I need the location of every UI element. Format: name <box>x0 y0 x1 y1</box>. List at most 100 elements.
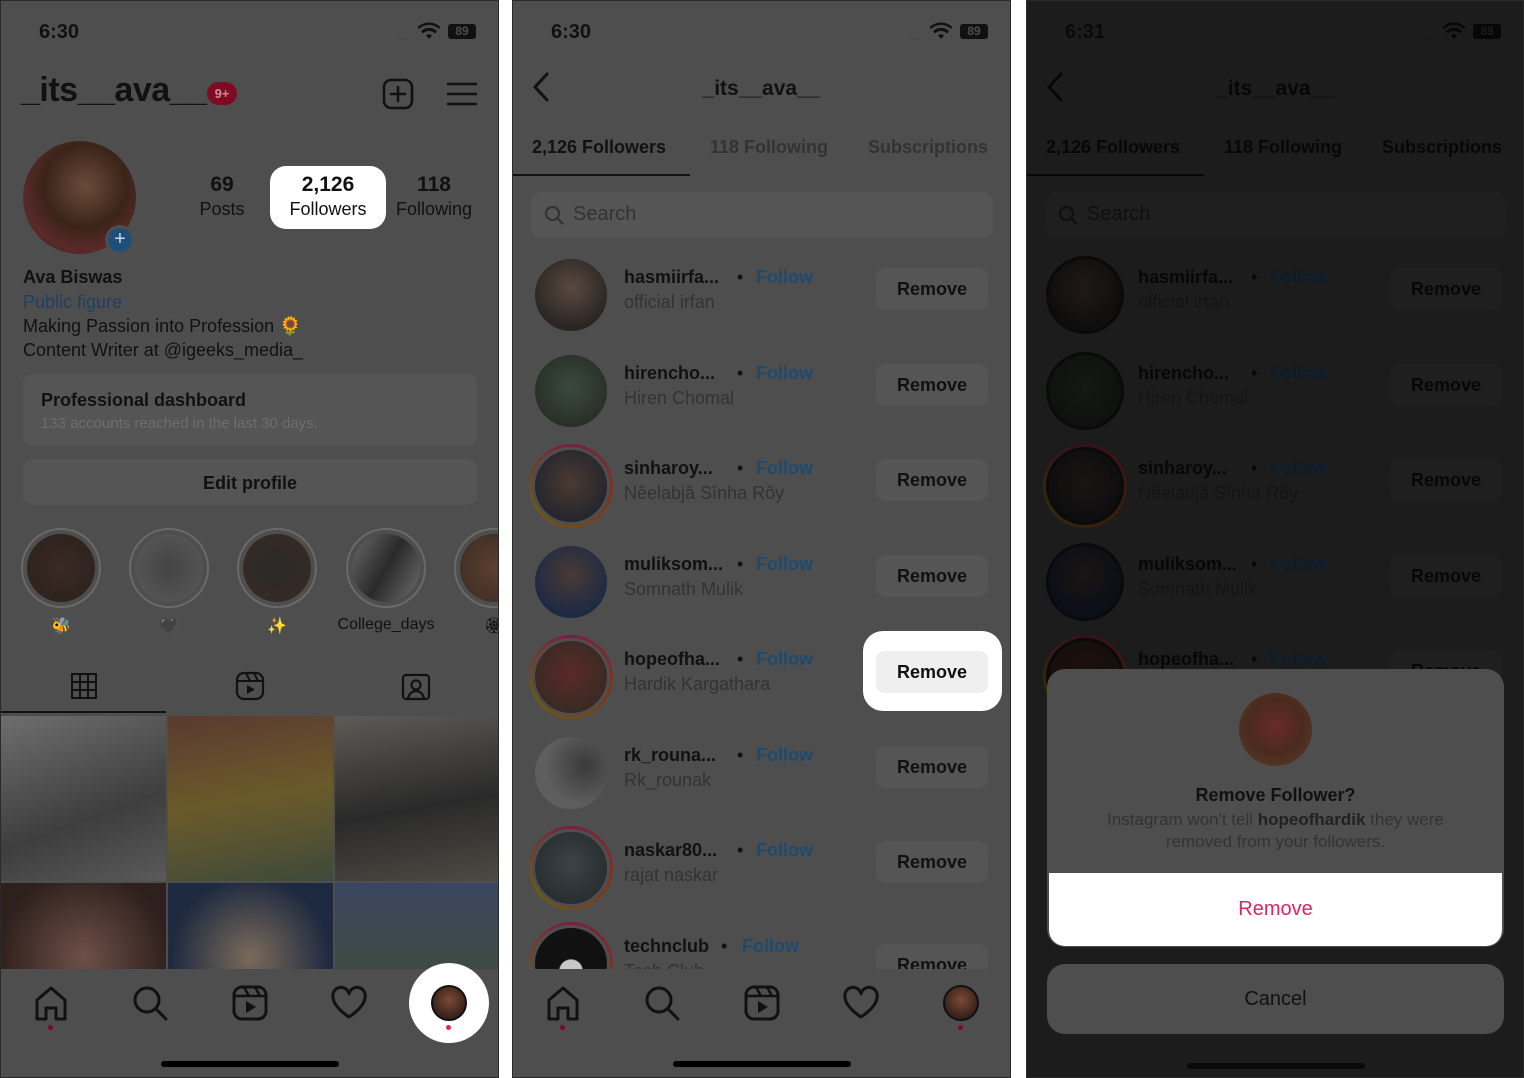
battery-indicator: 89 <box>1473 24 1501 39</box>
follower-username[interactable]: sinharoy... <box>624 458 713 479</box>
remove-button[interactable]: Remove <box>1390 268 1502 310</box>
confirm-remove-button[interactable]: Remove <box>1049 873 1502 946</box>
follower-username[interactable]: technclub <box>624 936 709 957</box>
follower-avatar[interactable] <box>1043 540 1127 624</box>
search-icon[interactable] <box>642 983 682 1023</box>
remove-button[interactable]: Remove <box>876 459 988 501</box>
create-post-icon[interactable] <box>382 78 414 110</box>
follow-button[interactable]: Follow <box>756 363 813 384</box>
follower-row[interactable]: hasmiirfa... • Follow official irfan Remove <box>513 253 1010 348</box>
follow-button[interactable]: Follow <box>742 936 799 957</box>
follower-row[interactable]: rk_rouna... • Follow Rk_rounak Remove <box>513 731 1010 826</box>
highlight-4[interactable] <box>346 528 426 608</box>
remove-button[interactable]: Remove <box>876 268 988 310</box>
follow-button[interactable]: Follow <box>756 458 813 479</box>
reels-nav-icon[interactable] <box>742 983 782 1023</box>
follower-username[interactable]: hirencho... <box>624 363 715 384</box>
remove-button[interactable]: Remove <box>1390 554 1502 597</box>
follow-button[interactable]: Follow <box>756 745 813 766</box>
follow-button[interactable]: Follow <box>1270 554 1327 575</box>
follower-row[interactable]: sinharoy... • Follow Nêelabjâ Sînha Rôy Remo… <box>513 444 1010 539</box>
follow-button[interactable]: Follow <box>1270 458 1327 479</box>
follower-username[interactable]: hopeofha... <box>624 649 720 670</box>
follow-button[interactable]: Follow <box>756 649 813 670</box>
follow-button[interactable]: Follow <box>1270 267 1327 288</box>
follower-avatar[interactable] <box>1043 444 1127 528</box>
tab-subscriptions[interactable]: Subscriptions <box>868 137 988 158</box>
follower-row[interactable]: muliksom... • Follow Somnath Mulik Remove <box>513 540 1010 635</box>
follower-row[interactable]: sinharoy... • Follow Nêelabjâ Sînha Rôy Remo… <box>1027 444 1523 539</box>
follower-row[interactable]: hirencho... • Follow Hiren Chomal Remove <box>1027 349 1523 444</box>
professional-dashboard-card[interactable]: Professional dashboard 133 accounts reac… <box>23 374 477 446</box>
follower-avatar[interactable] <box>529 731 613 815</box>
search-icon[interactable] <box>130 983 170 1023</box>
bio-line-2[interactable]: Content Writer at @igeeks_media_ <box>23 340 303 361</box>
follower-row[interactable]: muliksom... • Follow Somnath Mulik Remove <box>1027 540 1523 635</box>
follower-row[interactable]: hirencho... • Follow Hiren Chomal Remove <box>513 349 1010 444</box>
post-thumbnail[interactable] <box>335 716 498 881</box>
tagged-icon[interactable] <box>401 671 431 701</box>
home-icon[interactable] <box>543 983 583 1023</box>
profile-username[interactable]: _its__ava__ <box>21 71 207 110</box>
follower-username[interactable]: naskar80... <box>624 840 717 861</box>
follower-avatar[interactable] <box>1043 253 1127 337</box>
remove-button[interactable]: Remove <box>1390 459 1502 501</box>
tab-following[interactable]: 118 Following <box>710 137 828 158</box>
highlight-3[interactable] <box>237 528 317 608</box>
cancel-button[interactable]: Cancel <box>1047 964 1504 1034</box>
follower-username[interactable]: hirencho... <box>1138 363 1229 384</box>
add-story-icon[interactable]: + <box>105 225 135 255</box>
profile-category[interactable]: Public figure <box>23 292 122 313</box>
profile-tab-avatar[interactable] <box>943 985 979 1021</box>
remove-button-hopeofhardik[interactable]: Remove <box>876 651 988 693</box>
home-icon[interactable] <box>31 983 71 1023</box>
follower-username[interactable]: hasmiirfa... <box>1138 267 1233 288</box>
stat-followers[interactable]: 2,126 Followers <box>278 173 378 220</box>
follower-username[interactable]: muliksom... <box>624 554 723 575</box>
follower-avatar[interactable] <box>529 349 613 433</box>
follower-username[interactable]: hopeofha... <box>1138 649 1234 670</box>
follower-username[interactable]: muliksom... <box>1138 554 1237 575</box>
follower-full-name: rajat naskar <box>624 865 719 885</box>
follow-button[interactable]: Follow <box>756 840 813 861</box>
grid-icon[interactable] <box>71 673 97 699</box>
search-input[interactable]: Search <box>531 192 993 238</box>
remove-button[interactable]: Remove <box>876 745 988 788</box>
edit-profile-button[interactable]: Edit profile <box>23 459 477 505</box>
follower-avatar[interactable] <box>529 253 613 337</box>
menu-icon[interactable] <box>447 81 477 107</box>
follower-row[interactable]: naskar80... • Follow rajat naskar Remove <box>513 826 1010 921</box>
stat-posts[interactable]: 69 Posts <box>172 173 272 220</box>
follower-username[interactable]: sinharoy... <box>1138 458 1227 479</box>
highlight-1[interactable] <box>21 528 101 608</box>
follower-avatar[interactable] <box>529 635 613 719</box>
remove-button[interactable]: Remove <box>876 363 988 406</box>
follow-button[interactable]: Follow <box>756 554 813 575</box>
follow-button[interactable]: Follow <box>1270 649 1327 670</box>
follower-avatar[interactable] <box>529 540 613 624</box>
remove-button[interactable]: Remove <box>876 554 988 597</box>
follower-row[interactable]: hasmiirfa... • Follow official irfan Remove <box>1027 253 1523 348</box>
follower-username[interactable]: rk_rouna... <box>624 745 716 766</box>
post-thumbnail[interactable] <box>168 716 333 881</box>
highlight-5[interactable] <box>454 528 498 608</box>
notification-badge[interactable]: 9+ <box>207 82 237 105</box>
remove-button[interactable]: Remove <box>1390 363 1502 406</box>
stat-following[interactable]: 118 Following <box>384 173 484 220</box>
heart-icon[interactable] <box>841 983 881 1023</box>
follower-avatar[interactable] <box>1043 349 1127 433</box>
heart-icon[interactable] <box>329 983 369 1023</box>
post-thumbnail[interactable] <box>1 716 166 881</box>
follower-avatar[interactable] <box>529 444 613 528</box>
follower-avatar[interactable] <box>529 826 613 910</box>
remove-button[interactable]: Remove <box>876 841 988 883</box>
follower-username[interactable]: hasmiirfa... <box>624 267 719 288</box>
reels-icon[interactable] <box>235 671 265 701</box>
profile-tab-avatar[interactable] <box>431 985 467 1021</box>
remove-follower-dialog-screen: 6:31 .... 89 _its__ava__ 2,126 Followers… <box>1026 0 1524 1078</box>
highlight-2[interactable] <box>129 528 209 608</box>
reels-nav-icon[interactable] <box>230 983 270 1023</box>
follow-button[interactable]: Follow <box>1270 363 1327 384</box>
tab-followers[interactable]: 2,126 Followers <box>532 137 666 158</box>
follow-button[interactable]: Follow <box>756 267 813 288</box>
